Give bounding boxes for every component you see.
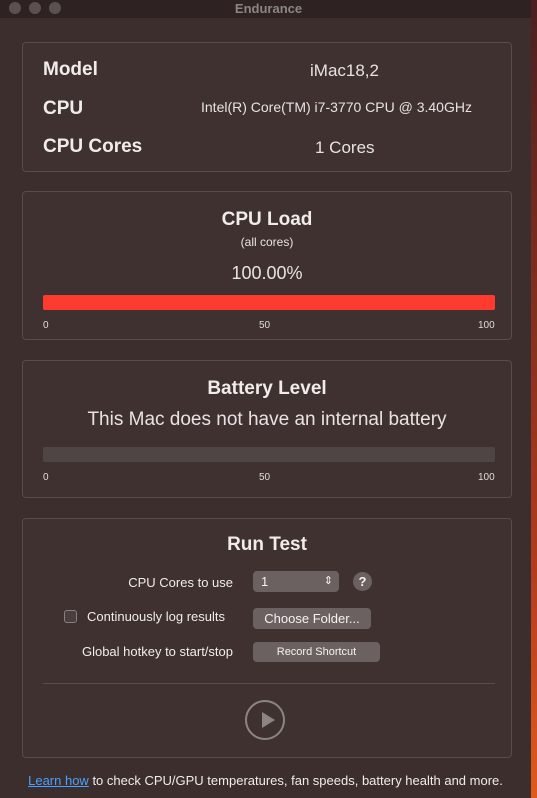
battery-title: Battery Level <box>207 378 327 399</box>
footer-text: Learn how to check CPU/GPU temperatures,… <box>0 772 531 789</box>
desktop-background <box>531 0 537 798</box>
log-results-checkbox[interactable] <box>64 610 77 623</box>
cpu-load-value: 100.00% <box>231 263 303 283</box>
cpu-value: Intel(R) Core(TM) i7-3770 CPU @ 3.40GHz <box>201 99 472 115</box>
divider <box>43 683 495 684</box>
cpu-load-bar-fill <box>43 295 495 310</box>
cpu-cores-select-value: 1 <box>261 574 269 589</box>
model-label: Model <box>43 59 98 80</box>
battery-tick-100: 100 <box>478 472 495 483</box>
run-test-title: Run Test <box>227 534 307 555</box>
cpu-load-title: CPU Load <box>221 209 313 230</box>
run-test-panel: Run Test CPU Cores to use 1 ⇕ ? Continuo… <box>22 518 512 758</box>
cpu-tick-100: 100 <box>478 320 495 331</box>
battery-level-bar <box>43 447 495 462</box>
model-value: iMac18,2 <box>310 61 379 80</box>
window-titlebar: Endurance <box>0 0 537 18</box>
cpu-cores-select[interactable]: 1 ⇕ <box>253 571 339 592</box>
footer-description: to check CPU/GPU temperatures, fan speed… <box>88 773 503 788</box>
record-shortcut-button[interactable]: Record Shortcut <box>253 642 380 662</box>
cpu-tick-0: 0 <box>43 320 49 331</box>
learn-how-link[interactable]: Learn how <box>28 773 89 788</box>
log-results-label: Continuously log results <box>87 609 226 624</box>
updown-chevron-icon: ⇕ <box>323 575 333 587</box>
battery-tick-0: 0 <box>43 472 49 483</box>
system-info-panel: Model iMac18,2 CPU Intel(R) Core(TM) i7-… <box>22 42 512 172</box>
cpu-tick-50: 50 <box>259 320 271 331</box>
cpu-load-subtitle: (all cores) <box>240 235 294 249</box>
cpu-label: CPU <box>43 98 84 119</box>
battery-tick-50: 50 <box>259 472 271 483</box>
battery-message: This Mac does not have an internal batte… <box>87 409 447 430</box>
choose-folder-button[interactable]: Choose Folder... <box>253 608 371 629</box>
help-button[interactable]: ? <box>353 572 372 591</box>
cpu-load-bar <box>43 295 495 310</box>
cpu-cores-label: CPU Cores <box>43 136 143 157</box>
cpu-cores-to-use-label: CPU Cores to use <box>128 575 233 590</box>
battery-panel: Battery Level This Mac does not have an … <box>22 360 512 498</box>
cpu-load-panel: CPU Load (all cores) 100.00% 0 50 100 <box>22 191 512 340</box>
cpu-cores-value: 1 Cores <box>315 138 375 157</box>
start-test-play-button[interactable] <box>245 700 285 740</box>
hotkey-label: Global hotkey to start/stop <box>81 644 233 659</box>
window-title: Endurance <box>234 1 303 16</box>
